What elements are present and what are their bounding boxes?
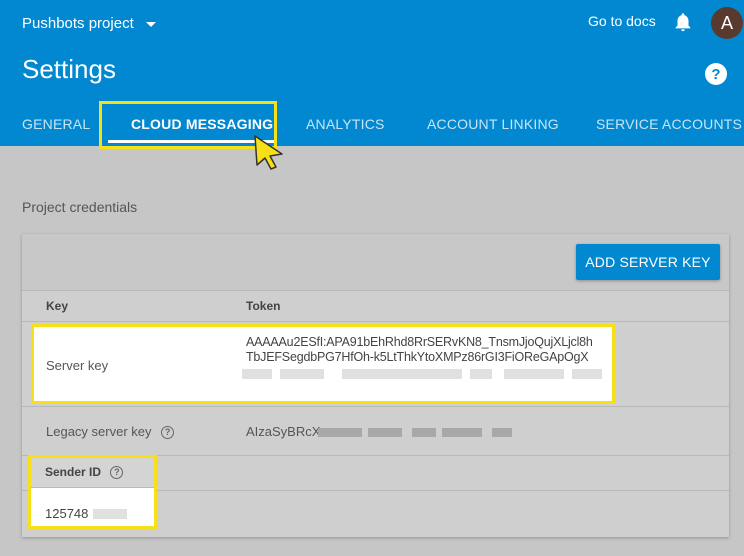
sender-id-block: Sender ID ? 125748 bbox=[28, 455, 157, 529]
sender-id-value[interactable]: 125748 bbox=[45, 506, 88, 521]
divider bbox=[31, 487, 154, 488]
legacy-server-key-token: AIzaSyBRcX bbox=[246, 424, 321, 439]
redacted-block bbox=[470, 369, 492, 379]
redacted-block bbox=[342, 369, 462, 379]
tab-general[interactable]: GENERAL bbox=[22, 116, 90, 132]
server-key-token[interactable]: AAAAAu2ESfI:APA91bEhRhd8RrSERvKN8_TnsmJj… bbox=[246, 335, 608, 365]
tab-account-linking[interactable]: ACCOUNT LINKING bbox=[427, 116, 559, 132]
sender-id-label: Sender ID ? bbox=[45, 465, 124, 480]
add-server-key-button[interactable]: ADD SERVER KEY bbox=[576, 244, 720, 280]
avatar[interactable]: A bbox=[711, 7, 743, 39]
help-icon[interactable]: ? bbox=[705, 63, 727, 85]
project-selector[interactable]: Pushbots project bbox=[22, 13, 156, 33]
go-to-docs-link[interactable]: Go to docs bbox=[588, 13, 656, 29]
page-title: Settings bbox=[22, 54, 116, 84]
redacted-block bbox=[280, 369, 324, 379]
redacted-block bbox=[93, 509, 127, 519]
server-key-row: Server key AAAAAu2ESfI:APA91bEhRhd8RrSER… bbox=[31, 324, 615, 404]
help-icon[interactable]: ? bbox=[110, 466, 124, 480]
divider bbox=[22, 321, 729, 322]
project-name: Pushbots project bbox=[22, 14, 134, 32]
redacted-block bbox=[412, 428, 436, 437]
column-header-key: Key bbox=[46, 299, 69, 313]
section-title: Project credentials bbox=[22, 199, 138, 215]
bell-icon[interactable] bbox=[672, 11, 694, 33]
redacted-block bbox=[492, 428, 512, 437]
tab-service-accounts[interactable]: SERVICE ACCOUNTS bbox=[596, 116, 742, 132]
redacted-block bbox=[318, 428, 362, 437]
redacted-block bbox=[368, 428, 402, 437]
server-key-label: Server key bbox=[46, 358, 109, 373]
card-toolbar: ADD SERVER KEY bbox=[22, 234, 729, 291]
redacted-block bbox=[442, 428, 482, 437]
tab-highlight-box bbox=[99, 101, 277, 149]
redacted-block bbox=[572, 369, 602, 379]
tab-analytics[interactable]: ANALYTICS bbox=[306, 116, 385, 132]
column-header-token: Token bbox=[246, 299, 281, 313]
chevron-down-icon bbox=[145, 21, 156, 27]
help-icon[interactable]: ? bbox=[161, 426, 175, 440]
avatar-letter: A bbox=[720, 12, 733, 33]
divider bbox=[22, 406, 729, 407]
legacy-server-key-label: Legacy server key ? bbox=[46, 424, 175, 440]
redacted-block bbox=[504, 369, 564, 379]
redacted-block bbox=[242, 369, 272, 379]
pointer-cursor-icon bbox=[254, 135, 283, 170]
